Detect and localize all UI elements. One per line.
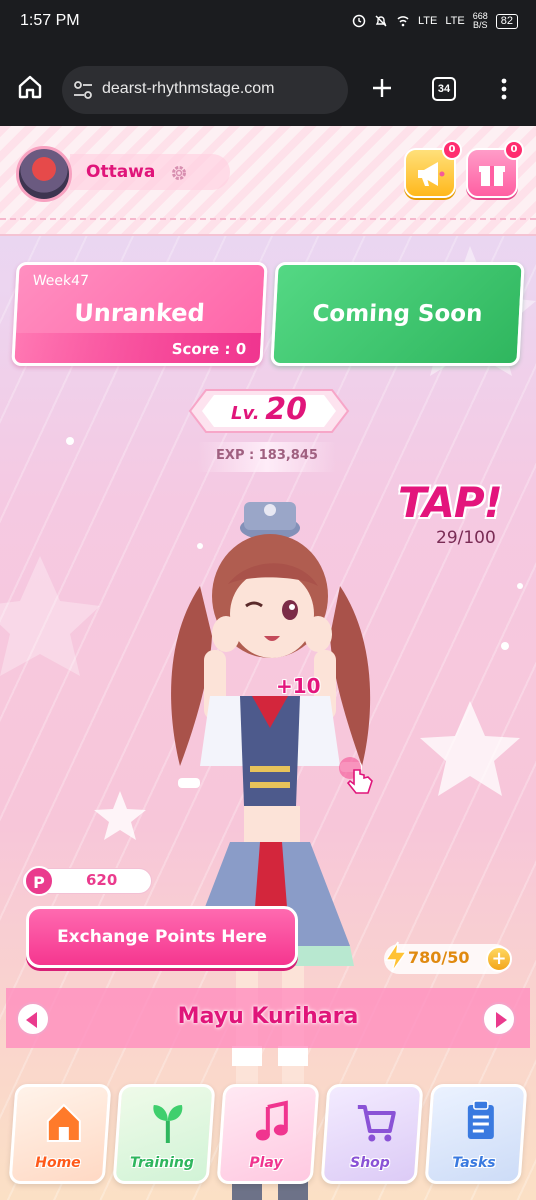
ranking-card[interactable]: Week47 Unranked Score : 0 <box>11 262 268 366</box>
bottom-navigation: Home Training Play Shop Tasks <box>0 1084 536 1200</box>
level-display: Lv. 20 <box>190 392 348 427</box>
gift-icon <box>479 166 505 186</box>
ranking-status: Unranked <box>73 299 206 327</box>
player-name: Ottawa <box>86 162 156 182</box>
sprout-icon <box>153 1105 183 1143</box>
points-icon: P <box>24 866 54 896</box>
status-time: 1:57 PM <box>20 12 80 29</box>
event-label: Coming Soon <box>311 301 484 327</box>
event-card[interactable]: Coming Soon <box>270 262 525 366</box>
battery-indicator: 82 <box>495 13 518 29</box>
nav-tasks[interactable]: Tasks <box>424 1084 528 1184</box>
points-value: 620 <box>86 871 118 889</box>
gifts-button[interactable]: 0 <box>466 140 524 198</box>
nav-training[interactable]: Training <box>112 1084 216 1184</box>
wifi-calling-icon <box>397 16 409 27</box>
status-bar: 1:57 PM LTE LTE 668 B/S 82 <box>0 0 536 46</box>
home-icon <box>46 1103 81 1142</box>
music-note-icon <box>255 1100 288 1141</box>
tap-label: TAP! <box>398 478 503 527</box>
tab-switcher-button[interactable]: 34 <box>432 77 456 101</box>
network-2: LTE <box>445 15 465 27</box>
level-value: 20 <box>265 392 307 427</box>
exchange-points-button[interactable]: Exchange Points Here <box>26 906 298 968</box>
header-divider <box>0 218 536 220</box>
gifts-badge: 0 <box>504 140 524 160</box>
nav-play[interactable]: Play <box>216 1084 320 1184</box>
tap-hand-icon <box>339 757 373 794</box>
prev-character-button[interactable] <box>16 1002 50 1036</box>
character-selector: Mayu Kurihara <box>6 988 530 1048</box>
avatar[interactable] <box>16 146 72 202</box>
tap-counter: 29/100 <box>436 528 496 548</box>
clipboard-icon <box>467 1100 494 1139</box>
exp-value: EXP : 183,845 <box>216 448 318 463</box>
site-settings-icon[interactable] <box>72 79 94 101</box>
new-tab-icon[interactable] <box>370 76 394 100</box>
alarm-icon <box>352 14 366 28</box>
profile-header: Ottawa 0 0 <box>0 126 536 236</box>
mute-icon <box>375 15 387 27</box>
cart-icon <box>357 1105 396 1142</box>
announcements-badge: 0 <box>442 140 462 160</box>
gear-icon[interactable] <box>170 164 188 182</box>
browser-toolbar: dearst-rhythmstage.com 34 <box>0 46 536 126</box>
announcements-button[interactable]: 0 <box>404 140 462 198</box>
level-prefix: Lv. <box>231 403 260 424</box>
nav-home-label: Home <box>35 1155 81 1171</box>
ranking-score: Score : 0 <box>171 340 247 358</box>
network-1: LTE <box>418 15 438 27</box>
exchange-points-label: Exchange Points Here <box>57 927 267 947</box>
address-bar[interactable]: dearst-rhythmstage.com <box>62 66 348 114</box>
lightning-icon <box>384 941 408 973</box>
data-speed: 668 B/S <box>472 11 488 30</box>
energy-value: 780/50 <box>408 948 470 967</box>
next-character-button[interactable] <box>482 1002 516 1036</box>
more-menu-icon[interactable] <box>500 78 508 100</box>
nav-play-label: Play <box>249 1155 283 1171</box>
browser-home-icon[interactable] <box>16 73 44 101</box>
nav-shop-label: Shop <box>350 1155 390 1171</box>
character-name: Mayu Kurihara <box>177 1004 359 1029</box>
nav-tasks-label: Tasks <box>452 1155 496 1171</box>
tap-gain: +10 <box>276 674 321 698</box>
ranking-week: Week47 <box>32 273 90 289</box>
nav-shop[interactable]: Shop <box>320 1084 424 1184</box>
megaphone-icon <box>418 162 445 186</box>
chevron-right-icon <box>496 1012 507 1028</box>
energy-plus-button[interactable]: + <box>486 946 512 972</box>
url-text: dearst-rhythmstage.com <box>102 80 275 97</box>
status-icons: LTE LTE 668 B/S 82 <box>352 12 518 30</box>
game-screen: Ottawa 0 0 Week47 Unranked Score : 0 Com… <box>0 126 536 1200</box>
nav-home[interactable]: Home <box>8 1084 112 1184</box>
chevron-left-icon <box>26 1012 37 1028</box>
nav-training-label: Training <box>130 1155 194 1171</box>
